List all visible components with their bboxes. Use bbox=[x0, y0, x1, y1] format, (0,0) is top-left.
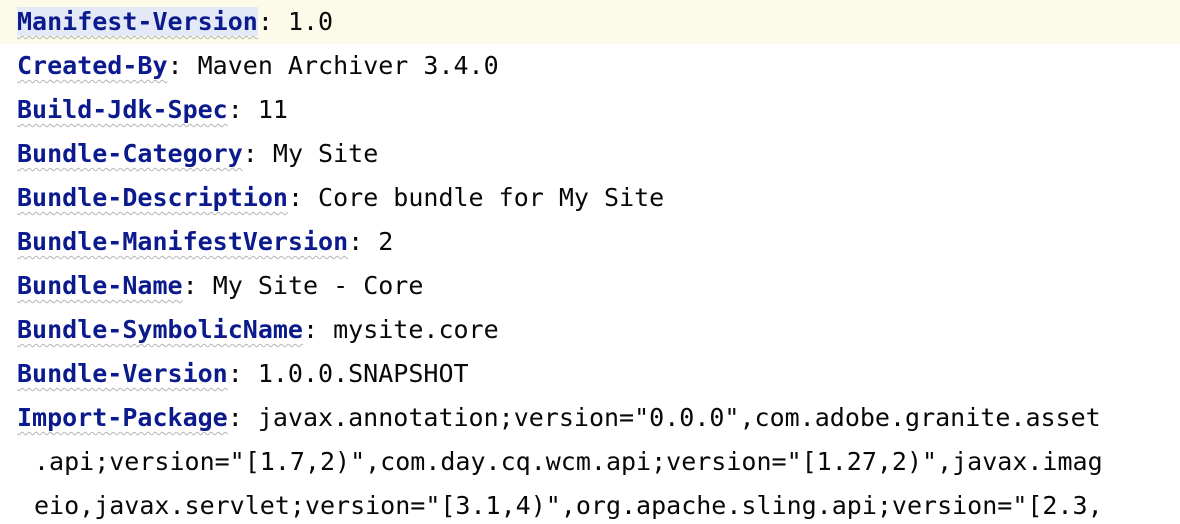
manifest-key: Import-Package bbox=[17, 403, 228, 432]
key-value-separator: : bbox=[302, 315, 334, 344]
editor-line[interactable]: Bundle-Name: My Site - Core bbox=[0, 264, 1180, 308]
editor-continuation-line[interactable]: .api;version="[1.7,2)",com.day.cq.wcm.ap… bbox=[0, 440, 1180, 484]
manifest-editor[interactable]: Manifest-Version: 1.0 Created-By: Maven … bbox=[0, 0, 1180, 524]
editor-line[interactable]: Bundle-Version: 1.0.0.SNAPSHOT bbox=[0, 352, 1180, 396]
editor-line[interactable]: Bundle-Description: Core bundle for My S… bbox=[0, 176, 1180, 220]
editor-line[interactable]: Import-Package: javax.annotation;version… bbox=[0, 396, 1180, 440]
manifest-key: Manifest-Version bbox=[17, 7, 258, 36]
manifest-value: My Site bbox=[272, 139, 379, 168]
manifest-key: Bundle-Version bbox=[17, 359, 228, 388]
key-value-separator: : bbox=[227, 403, 258, 432]
manifest-value: 1.0.0.SNAPSHOT bbox=[257, 359, 469, 388]
key-value-separator: : bbox=[182, 271, 213, 300]
manifest-value: Core bundle for My Site bbox=[318, 183, 665, 212]
manifest-value: 1.0 bbox=[287, 7, 334, 36]
editor-line[interactable]: Created-By: Maven Archiver 3.4.0 bbox=[0, 44, 1180, 88]
manifest-value: 2 bbox=[378, 227, 394, 256]
key-value-separator: : bbox=[227, 359, 258, 388]
key-value-separator: : bbox=[257, 7, 288, 36]
key-value-separator: : bbox=[227, 95, 258, 124]
manifest-value: Maven Archiver 3.4.0 bbox=[197, 51, 499, 80]
editor-line[interactable]: Bundle-ManifestVersion: 2 bbox=[0, 220, 1180, 264]
editor-line[interactable]: Build-Jdk-Spec: 11 bbox=[0, 88, 1180, 132]
manifest-value: 11 bbox=[257, 95, 288, 124]
key-value-separator: : bbox=[242, 139, 273, 168]
editor-line[interactable]: Bundle-SymbolicName: mysite.core bbox=[0, 308, 1180, 352]
manifest-value-continuation: .api;version="[1.7,2)",com.day.cq.wcm.ap… bbox=[34, 447, 1103, 476]
editor-line[interactable]: Bundle-Category: My Site bbox=[0, 132, 1180, 176]
key-value-separator: : bbox=[167, 51, 198, 80]
manifest-value: mysite.core bbox=[333, 315, 499, 344]
manifest-key: Bundle-SymbolicName bbox=[17, 315, 303, 344]
editor-line[interactable]: Manifest-Version: 1.0 bbox=[0, 0, 1180, 44]
manifest-key: Created-By bbox=[17, 51, 168, 80]
manifest-key: Build-Jdk-Spec bbox=[17, 95, 228, 124]
manifest-key: Bundle-Description bbox=[17, 183, 288, 212]
manifest-key: Bundle-ManifestVersion bbox=[17, 227, 349, 256]
manifest-key: Bundle-Category bbox=[17, 139, 243, 168]
manifest-value: javax.annotation;version="0.0.0",com.ado… bbox=[257, 403, 1101, 432]
manifest-value: My Site - Core bbox=[212, 271, 424, 300]
key-value-separator: : bbox=[287, 183, 319, 212]
editor-continuation-line[interactable]: eio,javax.servlet;version="[3.1,4)",org.… bbox=[0, 484, 1180, 524]
manifest-value-continuation: eio,javax.servlet;version="[3.1,4)",org.… bbox=[34, 491, 1103, 520]
key-value-separator: : bbox=[348, 227, 379, 256]
manifest-key: Bundle-Name bbox=[17, 271, 183, 300]
